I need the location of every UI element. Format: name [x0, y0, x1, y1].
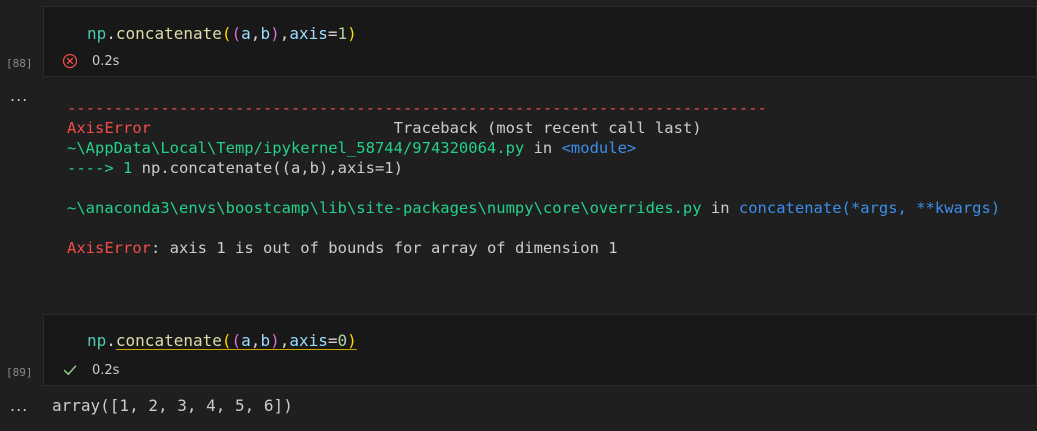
code-cell-88[interactable]: np.concatenate((a,b),axis=1) 0.2s	[43, 6, 1037, 77]
code-token-equals: =	[327, 24, 338, 43]
code-token-arg: a	[241, 331, 251, 350]
code-token-comma: ,	[279, 331, 290, 350]
code-token-paren: )	[270, 331, 280, 350]
code-token-number: 0	[337, 331, 348, 350]
code-token-paren: (	[221, 24, 232, 43]
error-circle-icon[interactable]	[62, 53, 78, 69]
traceback-line: AxisError Traceback (most recent call la…	[67, 118, 1000, 138]
code-token-dot: .	[106, 331, 116, 350]
traceback-line: ----> 1 np.concatenate((a,b),axis=1)	[67, 158, 1000, 178]
code-token-comma: ,	[250, 331, 261, 350]
traceback-in: in	[524, 139, 562, 157]
code-editor-line[interactable]: np.concatenate((a,b),axis=0)	[87, 331, 357, 351]
traceback-file-path[interactable]: ~\AppData\Local\Temp/ipykernel_58744/974…	[67, 139, 524, 157]
code-token-paren: (	[231, 331, 242, 350]
traceback-function: concatenate(*args, **kwargs)	[738, 199, 1001, 217]
cell-output-text: array([1, 2, 3, 4, 5, 6])	[52, 396, 293, 415]
code-token-module: np	[87, 24, 107, 43]
code-token-paren: )	[270, 24, 280, 43]
notebook-page: np.concatenate((a,b),axis=1) 0.2s [88] .…	[0, 0, 1037, 431]
code-token-paren: )	[347, 24, 357, 43]
code-token-paren: )	[347, 331, 357, 350]
checkmark-icon	[62, 362, 78, 378]
execution-count: [88]	[6, 57, 33, 70]
output-toggle-button[interactable]: ...	[10, 396, 28, 415]
cell-status: 0.2s	[62, 362, 119, 378]
output-toggle-button[interactable]: ...	[10, 86, 28, 105]
code-token-equals: =	[327, 331, 338, 350]
traceback-blank	[67, 218, 1000, 238]
traceback-line: ~\anaconda3\envs\boostcamp\lib\site-pack…	[67, 198, 1000, 218]
execution-count: [89]	[6, 366, 33, 379]
code-token-comma: ,	[279, 24, 290, 43]
traceback-line: ----------------------------------------…	[67, 98, 1000, 118]
code-editor-line[interactable]: np.concatenate((a,b),axis=1)	[87, 24, 357, 44]
traceback-label: Traceback (most recent call last)	[393, 119, 702, 137]
code-token-paren: (	[231, 24, 242, 43]
code-token-keyword-arg: axis	[289, 331, 328, 350]
error-name: AxisError	[67, 239, 151, 257]
traceback-code: np.concatenate((a,b),axis=1)	[141, 159, 403, 177]
code-token-arg: a	[241, 24, 251, 43]
execution-time: 0.2s	[92, 53, 120, 69]
execution-time: 0.2s	[92, 362, 120, 378]
error-name: AxisError	[67, 119, 151, 137]
code-token-arg: b	[260, 331, 271, 350]
code-token-arg: b	[260, 24, 271, 43]
code-token-comma: ,	[250, 24, 261, 43]
code-token-function: concatenate	[115, 24, 222, 43]
traceback-line: AxisError: axis 1 is out of bounds for a…	[67, 238, 1000, 258]
error-output: ----------------------------------------…	[67, 98, 1000, 258]
code-cell-89[interactable]: np.concatenate((a,b),axis=0) 0.2s	[43, 314, 1037, 386]
error-message: : axis 1 is out of bounds for array of d…	[151, 239, 618, 257]
traceback-line: ~\AppData\Local\Temp/ipykernel_58744/974…	[67, 138, 1000, 158]
code-token-function: concatenate	[115, 331, 222, 350]
traceback-in: in	[701, 199, 739, 217]
traceback-blank	[67, 178, 1000, 198]
code-token-dot: .	[106, 24, 116, 43]
code-token-number: 1	[337, 24, 348, 43]
traceback-arrow: ----> 1	[67, 159, 142, 177]
traceback-function: <module>	[561, 139, 637, 157]
code-token-paren: (	[221, 331, 232, 350]
traceback-dashes: ----------------------------------------…	[67, 99, 767, 117]
traceback-file-path[interactable]: ~\anaconda3\envs\boostcamp\lib\site-pack…	[67, 199, 702, 217]
code-token-module: np	[87, 331, 107, 350]
code-warning-span: concatenate((a,b),axis=0)	[116, 331, 357, 350]
cell-status: 0.2s	[62, 53, 119, 69]
traceback-gap	[151, 119, 394, 137]
code-token-keyword-arg: axis	[289, 24, 328, 43]
